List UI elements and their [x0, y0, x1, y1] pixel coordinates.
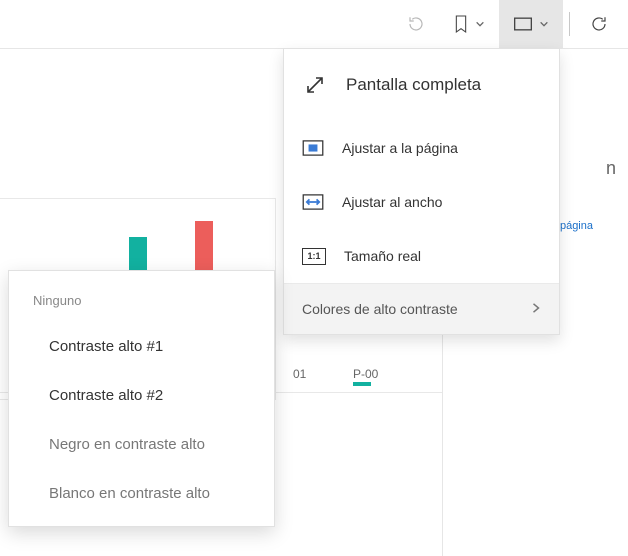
menu-item-fit-width[interactable]: Ajustar al ancho [284, 175, 559, 229]
chevron-down-icon [475, 19, 485, 29]
menu-item-fullscreen[interactable]: Pantalla completa [284, 49, 559, 121]
toolbar [0, 0, 628, 49]
view-menu: Pantalla completa Ajustar a la página Aj… [283, 48, 560, 335]
contrast-item-hc2[interactable]: Contraste alto #2 [9, 371, 274, 420]
menu-label: Colores de alto contraste [302, 301, 458, 317]
menu-label: Pantalla completa [346, 75, 481, 95]
partial-letter: n [606, 158, 616, 179]
legend-swatch-teal [353, 382, 371, 386]
axis-label-p00: P-00 [353, 367, 378, 381]
contrast-item-hc1[interactable]: Contraste alto #1 [9, 322, 274, 371]
menu-label: Tamaño real [344, 248, 421, 264]
fit-width-icon [302, 191, 324, 213]
menu-label: Ajustar al ancho [342, 194, 442, 210]
menu-item-actual-size[interactable]: 1:1 Tamaño real [284, 229, 559, 283]
contrast-header-none[interactable]: Ninguno [9, 279, 274, 322]
refresh-icon [590, 15, 608, 33]
bookmark-icon [453, 14, 469, 34]
chevron-right-icon [531, 301, 541, 317]
fullscreen-icon [302, 72, 328, 98]
view-button[interactable] [499, 0, 563, 48]
menu-item-fit-page[interactable]: Ajustar a la página [284, 121, 559, 175]
bookmark-button[interactable] [439, 0, 499, 48]
reset-button[interactable] [393, 0, 439, 48]
reset-icon [407, 15, 425, 33]
page-link[interactable]: página [560, 220, 593, 232]
actual-size-badge: 1:1 [307, 251, 320, 261]
toolbar-right [393, 0, 622, 48]
actual-size-icon: 1:1 [302, 248, 326, 265]
axis-label-01: 01 [293, 367, 306, 381]
view-rectangle-icon [513, 16, 533, 32]
menu-label: Ajustar a la página [342, 140, 458, 156]
contrast-item-white[interactable]: Blanco en contraste alto [9, 469, 274, 518]
chevron-down-icon [539, 19, 549, 29]
refresh-button[interactable] [576, 0, 622, 48]
menu-item-high-contrast[interactable]: Colores de alto contraste [284, 283, 559, 334]
toolbar-separator [569, 12, 570, 36]
contrast-submenu: Ninguno Contraste alto #1 Contraste alto… [8, 270, 275, 527]
contrast-item-black[interactable]: Negro en contraste alto [9, 420, 274, 469]
fit-page-icon [302, 137, 324, 159]
